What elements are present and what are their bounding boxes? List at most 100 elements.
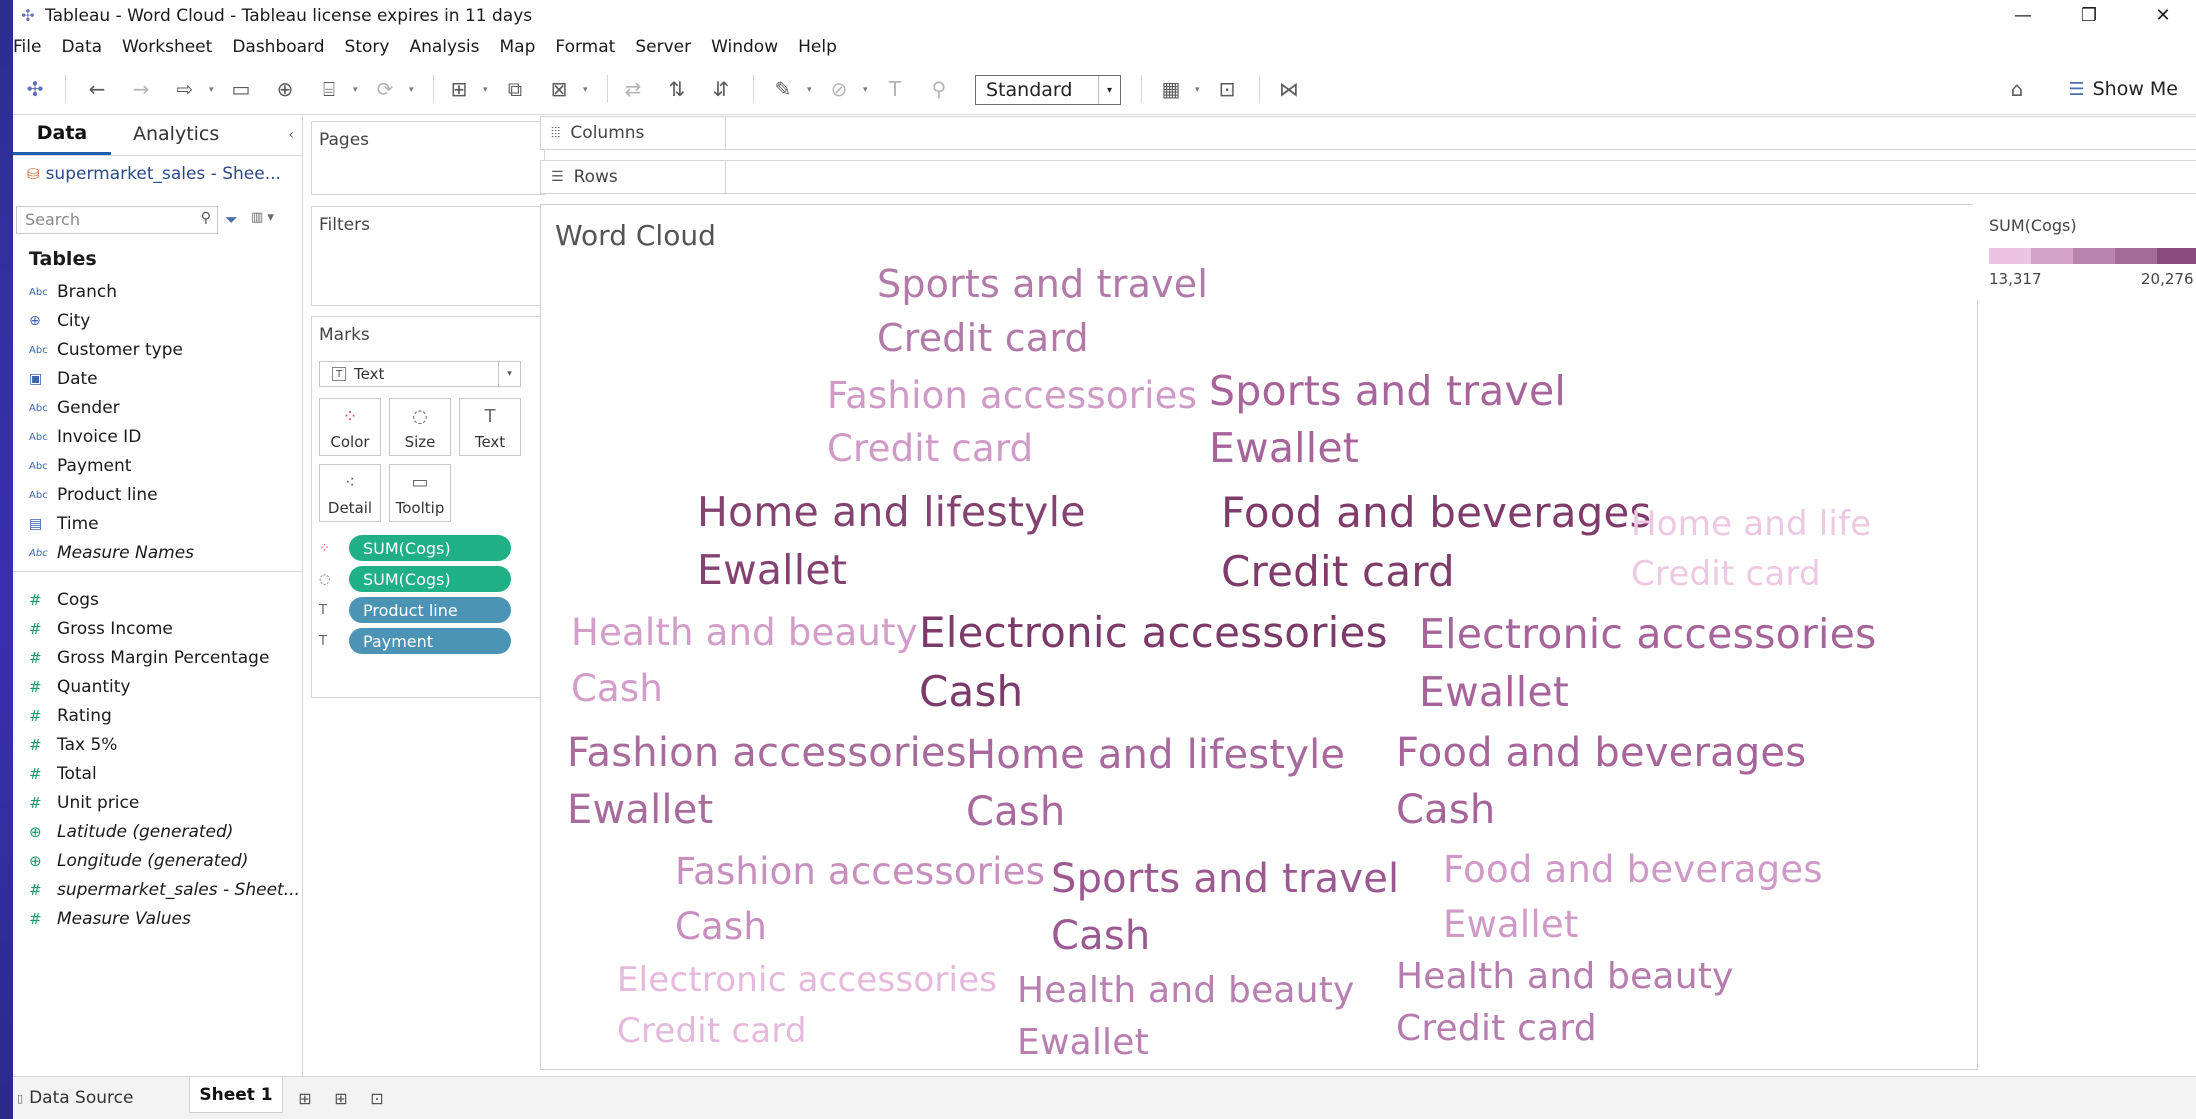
tab-data[interactable]: Data bbox=[13, 122, 111, 155]
pill-size-sum-cogs[interactable]: SUM(Cogs) bbox=[349, 566, 511, 592]
field-item[interactable]: # Quantity bbox=[29, 673, 130, 701]
field-item[interactable]: # Tax 5% bbox=[29, 731, 117, 759]
field-item[interactable]: ⊕ City bbox=[29, 307, 90, 335]
detail-button[interactable]: ⁖ Detail bbox=[319, 464, 381, 522]
word-mark[interactable]: Electronic accessories Ewallet bbox=[1419, 614, 1877, 713]
datasource-item[interactable]: ⛁ supermarket_sales - Shee... bbox=[27, 164, 281, 184]
menu-story[interactable]: Story bbox=[335, 37, 400, 57]
menu-data[interactable]: Data bbox=[51, 37, 112, 57]
menu-server[interactable]: Server bbox=[625, 37, 701, 57]
replay-dropdown-icon[interactable]: ▾ bbox=[209, 85, 214, 95]
show-cards-icon[interactable]: ▦ bbox=[1157, 75, 1185, 103]
word-mark[interactable]: Home and life Credit card bbox=[1631, 507, 1871, 591]
field-item[interactable]: ▣ Date bbox=[29, 365, 98, 393]
color-button[interactable]: ⁘ Color bbox=[319, 398, 381, 456]
new-worksheet-icon[interactable]: ⊞ bbox=[445, 75, 473, 103]
field-item[interactable]: # Measure Values bbox=[29, 905, 191, 933]
field-item[interactable]: ⊕ Longitude (generated) bbox=[29, 847, 248, 875]
chevron-down-icon[interactable]: ▾ bbox=[498, 362, 520, 386]
field-item[interactable]: Abc Branch bbox=[29, 278, 117, 306]
group-dropdown-icon[interactable]: ▾ bbox=[863, 85, 868, 95]
menu-map[interactable]: Map bbox=[490, 37, 546, 57]
pages-shelf[interactable]: Pages bbox=[311, 121, 545, 195]
replay-icon[interactable]: ⇨ bbox=[171, 75, 199, 103]
field-item[interactable]: Abc Customer type bbox=[29, 336, 183, 364]
new-worksheet-dropdown-icon[interactable]: ▾ bbox=[483, 85, 488, 95]
word-mark[interactable]: Food and beverages Cash bbox=[1396, 733, 1806, 830]
field-item[interactable]: ⊕ Latitude (generated) bbox=[29, 818, 233, 846]
highlight-icon[interactable]: ✎ bbox=[769, 75, 797, 103]
fix-axes-icon[interactable]: ⚲ bbox=[925, 75, 953, 103]
new-story-icon[interactable]: ⊡ bbox=[365, 1083, 389, 1113]
pill-text-payment[interactable]: Payment bbox=[349, 628, 511, 654]
pill-text-product-line[interactable]: Product line bbox=[349, 597, 511, 623]
rows-shelf[interactable]: ☰ Rows bbox=[540, 160, 2196, 194]
field-item[interactable]: # Unit price bbox=[29, 789, 139, 817]
duplicate-sheet-icon[interactable]: ⧉ bbox=[501, 75, 529, 103]
close-button[interactable]: ✕ bbox=[2130, 0, 2196, 31]
share-icon[interactable]: ⋈ bbox=[1275, 75, 1303, 103]
tooltip-button[interactable]: ▭ Tooltip bbox=[389, 464, 451, 522]
new-dashboard-icon[interactable]: ⊞ bbox=[329, 1083, 353, 1113]
refresh-dropdown-icon[interactable]: ▾ bbox=[409, 85, 414, 95]
tableau-home-icon[interactable]: ✣ bbox=[21, 75, 49, 103]
word-mark[interactable]: Health and beauty Cash bbox=[571, 614, 918, 707]
word-mark[interactable]: Fashion accessories Ewallet bbox=[567, 733, 967, 830]
color-legend[interactable]: SUM(Cogs) 13,317 20,276 bbox=[1973, 204, 2196, 300]
word-mark[interactable]: Sports and travel Ewallet bbox=[1209, 371, 1566, 469]
word-mark[interactable]: Home and lifestyle Ewallet bbox=[697, 492, 1086, 591]
field-item[interactable]: Abc Measure Names bbox=[29, 539, 194, 567]
redo-icon[interactable]: → bbox=[127, 75, 155, 103]
field-item[interactable]: # Total bbox=[29, 760, 97, 788]
maximize-button[interactable]: ❐ bbox=[2056, 0, 2122, 31]
save-icon[interactable]: ▭ bbox=[227, 75, 255, 103]
show-mark-labels-icon[interactable]: T bbox=[881, 75, 909, 103]
chevron-down-icon[interactable]: ▾ bbox=[1098, 76, 1120, 104]
word-cloud-view[interactable]: Word Cloud Sports and travel Credit card … bbox=[540, 204, 1978, 1070]
menu-dashboard[interactable]: Dashboard bbox=[222, 37, 334, 57]
new-data-source-icon[interactable]: ⊕ bbox=[271, 75, 299, 103]
field-item[interactable]: Abc Product line bbox=[29, 481, 158, 509]
menu-format[interactable]: Format bbox=[545, 37, 625, 57]
field-item[interactable]: ▤ Time bbox=[29, 510, 99, 538]
word-mark[interactable]: Home and lifestyle Cash bbox=[966, 735, 1345, 832]
data-source-tab[interactable]: ▯ Data Source bbox=[17, 1083, 133, 1113]
field-item[interactable]: Abc Payment bbox=[29, 452, 131, 480]
show-me-button[interactable]: ☰ Show Me bbox=[2068, 75, 2178, 103]
sort-ascending-icon[interactable]: ⇅ bbox=[663, 75, 691, 103]
menu-window[interactable]: Window bbox=[701, 37, 788, 57]
tab-sheet-1[interactable]: Sheet 1 bbox=[189, 1077, 283, 1113]
menu-file[interactable]: File bbox=[13, 37, 51, 57]
field-item[interactable]: # Cogs bbox=[29, 586, 99, 614]
tab-analytics[interactable]: Analytics bbox=[133, 123, 219, 155]
refresh-icon[interactable]: ⟳ bbox=[371, 75, 399, 103]
word-mark[interactable]: Electronic accessories Cash bbox=[919, 612, 1388, 713]
word-mark[interactable]: Health and beauty Ewallet bbox=[1017, 973, 1355, 1061]
word-mark[interactable]: Sports and travel Credit card bbox=[877, 265, 1208, 357]
swap-rows-columns-icon[interactable]: ⇄ bbox=[619, 75, 647, 103]
text-button[interactable]: T Text bbox=[459, 398, 521, 456]
pause-updates-icon[interactable]: ⌸ bbox=[315, 75, 343, 103]
field-item[interactable]: Abc Invoice ID bbox=[29, 423, 141, 451]
clear-dropdown-icon[interactable]: ▾ bbox=[583, 85, 588, 95]
view-options-icon[interactable]: ▥ ▾ bbox=[251, 210, 274, 225]
minimize-button[interactable]: — bbox=[1990, 0, 2056, 31]
menu-analysis[interactable]: Analysis bbox=[399, 37, 489, 57]
highlight-dropdown-icon[interactable]: ▾ bbox=[807, 85, 812, 95]
show-cards-dropdown-icon[interactable]: ▾ bbox=[1195, 85, 1200, 95]
word-mark[interactable]: Fashion accessories Credit card bbox=[827, 377, 1197, 467]
collapse-pane-icon[interactable]: ‹ bbox=[288, 127, 294, 143]
filter-icon[interactable]: ⏷ bbox=[225, 210, 238, 230]
word-mark[interactable]: Electronic accessories Credit card bbox=[617, 963, 997, 1048]
mark-type-select[interactable]: T Text ▾ bbox=[319, 361, 521, 387]
undo-icon[interactable]: ← bbox=[83, 75, 111, 103]
pause-dropdown-icon[interactable]: ▾ bbox=[353, 85, 358, 95]
field-item[interactable]: # supermarket_sales - Sheet... bbox=[29, 876, 300, 904]
word-mark[interactable]: Sports and travel Cash bbox=[1051, 859, 1399, 956]
group-members-icon[interactable]: ⊘ bbox=[825, 75, 853, 103]
presentation-mode-icon[interactable]: ⊡ bbox=[1213, 75, 1241, 103]
field-item[interactable]: Abc Gender bbox=[29, 394, 120, 422]
format-painter-icon[interactable]: ⌂ bbox=[2003, 75, 2031, 103]
field-item[interactable]: # Rating bbox=[29, 702, 112, 730]
new-worksheet-icon[interactable]: ⊞ bbox=[293, 1083, 317, 1113]
